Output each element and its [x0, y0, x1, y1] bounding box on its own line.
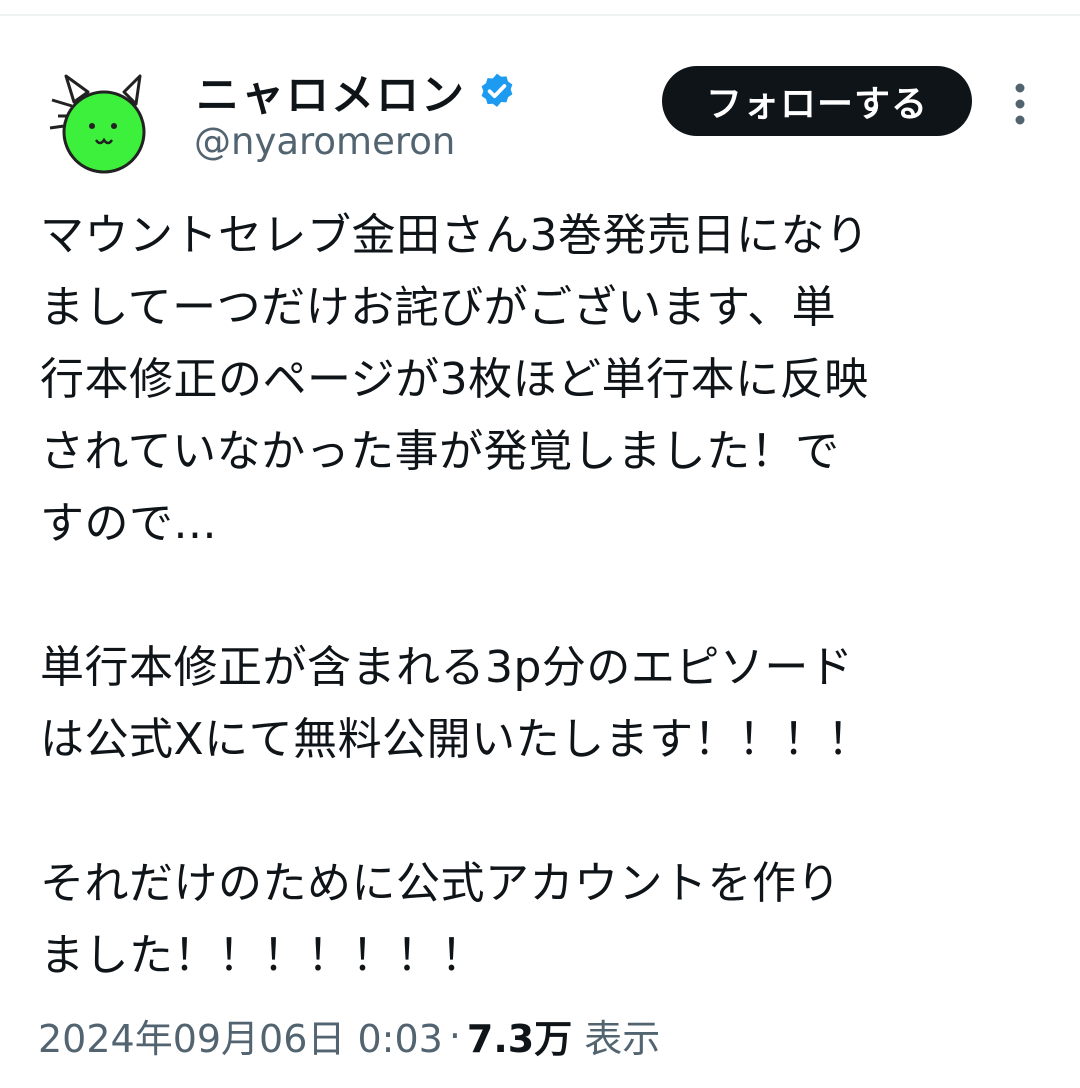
tweet-text: マウントセレブ金田さん3巻発売日になり ましてーつだけお詫びがございます、単 行… — [40, 200, 1050, 992]
tweet-paragraph: 単行本修正が含まれる3p分のエピソード は公式Xにて無料公開いたします！！！！ — [40, 632, 1050, 776]
avatar[interactable] — [44, 70, 154, 180]
views-count: 7.3万 — [466, 1017, 573, 1061]
tweet-line: は公式Xにて無料公開いたします！！！！ — [40, 714, 872, 765]
tweet-header: ニャロメロン @nyaromeron フォローする — [0, 40, 1080, 174]
tweet-line: されていなかった事が発覚しました！で — [40, 426, 840, 477]
tweet-line: マウントセレブ金田さん3巻発売日になり — [40, 210, 870, 261]
tweet-paragraph: マウントセレブ金田さん3巻発売日になり ましてーつだけお詫びがございます、単 行… — [40, 200, 1050, 560]
tweet-line: ました！！！！！！！ — [40, 930, 485, 981]
top-divider — [0, 0, 1080, 16]
tweet-line: それだけのために公式アカウントを作り — [40, 858, 841, 909]
tweet-line: すので... — [40, 498, 217, 549]
meta-separator: · — [448, 1013, 461, 1058]
display-name-row: ニャロメロン — [196, 62, 518, 122]
display-name[interactable]: ニャロメロン — [196, 61, 466, 123]
tweet-meta: 2024年09月06日 0:03 · 7.3万 表示 — [38, 1008, 660, 1063]
green-cat-icon — [49, 74, 146, 174]
handle[interactable]: @nyaromeron — [194, 120, 455, 163]
tweet-paragraph: それだけのために公式アカウントを作り ました！！！！！！！ — [40, 848, 1050, 992]
verified-badge-icon[interactable] — [476, 71, 518, 113]
follow-button[interactable]: フォローする — [662, 66, 972, 136]
timestamp[interactable]: 2024年09月06日 0:03 — [38, 1008, 443, 1063]
views-label: 表示 — [584, 1017, 661, 1061]
tweet-line: 行本修正のページが3枚ほど単行本に反映 — [40, 354, 869, 405]
more-vertical-icon[interactable] — [1004, 78, 1036, 130]
tweet-line: 単行本修正が含まれる3p分のエピソード — [40, 642, 854, 693]
tweet-line: ましてーつだけお詫びがございます、単 — [40, 282, 837, 333]
